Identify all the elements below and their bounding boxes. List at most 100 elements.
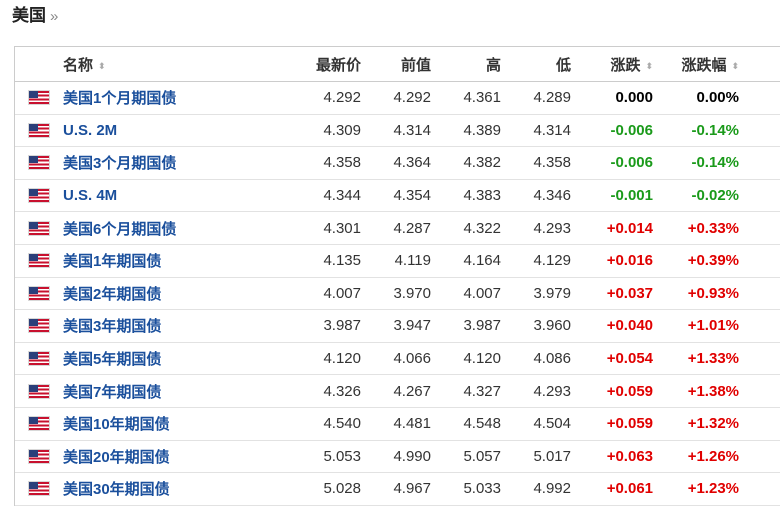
change-value: -0.006 <box>610 154 653 172</box>
last-price: 4.007 <box>323 284 361 302</box>
flag-cell <box>15 123 63 137</box>
bond-name-link[interactable]: 美国1个月期国债 <box>63 90 176 107</box>
prev-value: 4.967 <box>393 480 431 498</box>
us-flag-icon <box>29 91 49 105</box>
us-flag-icon <box>29 189 49 203</box>
bond-name-cell: 美国1年期国债 <box>63 250 291 271</box>
bond-name-link[interactable]: 美国30年期国债 <box>63 481 170 498</box>
table-row: 美国1个月期国债 4.292 4.292 4.361 4.289 0.000 0… <box>15 82 780 115</box>
change-value: -0.006 <box>610 121 653 139</box>
bond-yields-page: 美国» 名称 ⬍ 最新价 前值 高 低 涨跌 ⬍ 涨跌幅 ⬍ 美国1个月期国债 4.2… <box>0 0 780 509</box>
table-row: 美国2年期国债 4.007 3.970 4.007 3.979 +0.037 +… <box>15 278 780 311</box>
prev-value: 3.970 <box>393 284 431 302</box>
header-last: 最新价 <box>315 56 361 74</box>
us-flag-icon <box>29 254 49 268</box>
bond-name-link[interactable]: 美国3个月期国债 <box>63 155 176 172</box>
bond-name-link[interactable]: 美国3年期国债 <box>63 318 161 335</box>
header-name[interactable]: 名称 ⬍ <box>63 54 291 75</box>
prev-value: 4.481 <box>393 415 431 433</box>
bond-name-link[interactable]: 美国1年期国债 <box>63 253 161 270</box>
high-value: 5.057 <box>463 447 501 465</box>
bond-name-link[interactable]: 美国7年期国债 <box>63 384 161 401</box>
last-price: 4.358 <box>323 154 361 172</box>
chevron-right-icon[interactable]: » <box>50 8 58 25</box>
flag-cell <box>15 352 63 366</box>
prev-value: 4.292 <box>393 89 431 107</box>
prev-value: 4.990 <box>393 447 431 465</box>
flag-cell <box>15 189 63 203</box>
bond-name-cell: 美国30年期国债 <box>63 478 291 499</box>
last-price: 3.987 <box>323 317 361 335</box>
change-value: +0.016 <box>606 252 653 270</box>
change-value: +0.037 <box>606 284 653 302</box>
high-value: 3.987 <box>463 317 501 335</box>
bond-name-link[interactable]: 美国20年期国债 <box>63 449 170 466</box>
prev-value: 4.287 <box>393 219 431 237</box>
us-flag-icon <box>29 319 49 333</box>
bond-name-link[interactable]: 美国6个月期国债 <box>63 221 176 238</box>
change-value: +0.059 <box>606 382 653 400</box>
change-value: +0.014 <box>606 219 653 237</box>
section-title[interactable]: 美国» <box>12 4 58 28</box>
low-value: 4.086 <box>533 350 571 368</box>
prev-value: 4.066 <box>393 350 431 368</box>
us-flag-icon <box>29 384 49 398</box>
prev-value: 3.947 <box>393 317 431 335</box>
sort-icon[interactable]: ⬍ <box>645 61 653 70</box>
high-value: 4.361 <box>463 89 501 107</box>
change-pct-value: -0.02% <box>691 187 739 205</box>
low-value: 4.289 <box>533 89 571 107</box>
low-value: 4.314 <box>533 121 571 139</box>
bond-name-link[interactable]: U.S. 2M <box>63 122 117 139</box>
table-row: 美国7年期国债 4.326 4.267 4.327 4.293 +0.059 +… <box>15 375 780 408</box>
table-row: 美国3年期国债 3.987 3.947 3.987 3.960 +0.040 +… <box>15 310 780 343</box>
header-prev: 前值 <box>400 56 431 74</box>
high-value: 4.382 <box>463 154 501 172</box>
sort-icon[interactable]: ⬍ <box>731 61 739 70</box>
sort-icon[interactable]: ⬍ <box>98 61 106 70</box>
bond-name-cell: 美国20年期国债 <box>63 446 291 467</box>
change-pct-value: +1.23% <box>687 480 739 498</box>
table-header-row: 名称 ⬍ 最新价 前值 高 低 涨跌 ⬍ 涨跌幅 ⬍ <box>15 47 780 82</box>
table-body: 美国1个月期国债 4.292 4.292 4.361 4.289 0.000 0… <box>15 82 780 506</box>
us-flag-icon <box>29 449 49 463</box>
flag-cell <box>15 482 63 496</box>
bond-name-cell: 美国7年期国债 <box>63 381 291 402</box>
us-flag-icon <box>29 286 49 300</box>
flag-cell <box>15 319 63 333</box>
low-value: 4.346 <box>533 187 571 205</box>
change-value: +0.061 <box>606 480 653 498</box>
bond-name-link[interactable]: 美国10年期国债 <box>63 416 170 433</box>
bond-name-link[interactable]: 美国5年期国债 <box>63 351 161 368</box>
last-price: 4.326 <box>323 382 361 400</box>
last-price: 4.344 <box>323 187 361 205</box>
table-row: 美国30年期国债 5.028 4.967 5.033 4.992 +0.061 … <box>15 473 780 506</box>
bond-name-cell: U.S. 4M <box>63 187 291 204</box>
last-price: 4.292 <box>323 89 361 107</box>
flag-cell <box>15 221 63 235</box>
header-change-pct[interactable]: 涨跌幅 ⬍ <box>653 54 755 75</box>
bond-name-link[interactable]: 美国2年期国债 <box>63 286 161 303</box>
change-pct-value: +0.39% <box>687 252 739 270</box>
high-value: 5.033 <box>463 480 501 498</box>
high-value: 4.389 <box>463 121 501 139</box>
prev-value: 4.354 <box>393 187 431 205</box>
us-flag-icon <box>29 156 49 170</box>
last-price: 4.540 <box>323 415 361 433</box>
flag-cell <box>15 384 63 398</box>
change-value: +0.054 <box>606 350 653 368</box>
table-row: 美国10年期国债 4.540 4.481 4.548 4.504 +0.059 … <box>15 408 780 441</box>
low-value: 4.129 <box>533 252 571 270</box>
header-change[interactable]: 涨跌 ⬍ <box>571 54 653 75</box>
low-value: 4.358 <box>533 154 571 172</box>
high-value: 4.120 <box>463 350 501 368</box>
prev-value: 4.119 <box>394 252 431 270</box>
table-row: 美国20年期国债 5.053 4.990 5.057 5.017 +0.063 … <box>15 441 780 474</box>
us-flag-icon <box>29 417 49 431</box>
change-pct-value: -0.14% <box>691 154 739 172</box>
table-row: 美国6个月期国债 4.301 4.287 4.322 4.293 +0.014 … <box>15 212 780 245</box>
last-price: 4.135 <box>323 252 361 270</box>
bond-name-cell: 美国5年期国债 <box>63 348 291 369</box>
bond-name-link[interactable]: U.S. 4M <box>63 187 117 204</box>
header-low: 低 <box>555 56 571 74</box>
